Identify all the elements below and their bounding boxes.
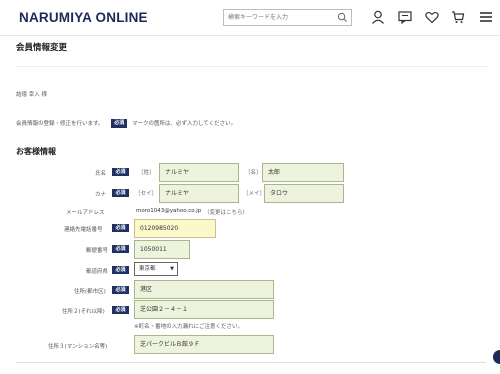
required-badge: 必須 <box>111 119 128 128</box>
mei-tag: ［名］ <box>245 170 262 176</box>
first-name-field[interactable]: 太郎 <box>262 163 344 182</box>
search-box[interactable] <box>223 9 352 26</box>
address1-field[interactable]: 港区 <box>134 280 274 299</box>
address2-label: 住所２(それ以降) <box>62 309 105 315</box>
heart-icon[interactable] <box>424 9 440 25</box>
sei-tag: ［姓］ <box>138 170 155 176</box>
name-label: 氏名 <box>95 171 107 177</box>
dropdown-arrow-icon: ▼ <box>170 266 174 272</box>
intro-text-before: 会員情報の登録・修正を行います。 <box>16 121 104 127</box>
section-title: お客様情報 <box>16 147 56 156</box>
email-change-link[interactable]: （変更はこちら） <box>204 208 248 216</box>
address2-field[interactable]: 芝公園２－４－１ <box>134 300 274 319</box>
search-icon[interactable] <box>337 12 348 23</box>
first-name-kana-field[interactable]: タロウ <box>264 184 344 203</box>
message-icon[interactable] <box>397 9 413 25</box>
required-badge: 必須 <box>112 189 129 197</box>
required-badge: 必須 <box>112 245 129 253</box>
divider <box>16 66 488 67</box>
address2-note: ※町名・番地の入力漏れにご注意ください。 <box>134 324 243 330</box>
site-logo[interactable]: NARUMIYA ONLINE <box>19 10 148 25</box>
search-input[interactable] <box>228 11 336 24</box>
postal-field[interactable]: 1050011 <box>134 240 190 259</box>
cart-icon[interactable] <box>450 9 466 25</box>
required-badge: 必須 <box>112 266 129 274</box>
email-value: moro1043@yahoo.co.jp <box>136 208 202 214</box>
page-title: 会員情報変更 <box>16 43 68 53</box>
phone-label: 連絡先電話番号 <box>64 227 103 233</box>
address3-field[interactable]: 芝パークビルＢ館９Ｆ <box>134 335 274 354</box>
prefecture-label: 都道府県 <box>86 269 109 275</box>
intro-text: 会員情報の登録・修正を行います。 必須 マークの箇所は、必ず入力してください。 <box>16 119 236 128</box>
mei-kana-tag: ［メイ］ <box>243 191 266 197</box>
prefecture-select[interactable]: 東京都 ▼ <box>134 262 178 276</box>
last-name-field[interactable]: ナルミヤ <box>159 163 239 182</box>
intro-text-after: マークの箇所は、必ず入力してください。 <box>131 121 237 127</box>
last-name-kana-field[interactable]: ナルミヤ <box>159 184 239 203</box>
email-label: メールアドレス <box>66 210 105 216</box>
required-badge: 必須 <box>112 286 129 294</box>
required-badge: 必須 <box>112 306 129 314</box>
prefecture-value: 東京都 <box>139 266 156 272</box>
sei-kana-tag: ［セイ］ <box>135 191 158 197</box>
address1-label: 住所(都市区) <box>74 289 106 295</box>
member-name: 詰徳 幸入 様 <box>16 92 47 98</box>
address3-label: 住所３(マンション名等) <box>48 344 108 350</box>
phone-field[interactable]: 0120985020 <box>134 219 216 238</box>
site-header: NARUMIYA ONLINE <box>0 0 500 36</box>
menu-icon[interactable] <box>478 9 494 25</box>
chat-button[interactable] <box>493 350 500 364</box>
required-badge: 必須 <box>112 168 129 176</box>
user-icon[interactable] <box>370 9 386 25</box>
postal-label: 郵便番号 <box>86 248 109 254</box>
kana-label: カナ <box>95 192 107 198</box>
required-badge: 必須 <box>112 224 129 232</box>
divider <box>16 362 486 363</box>
